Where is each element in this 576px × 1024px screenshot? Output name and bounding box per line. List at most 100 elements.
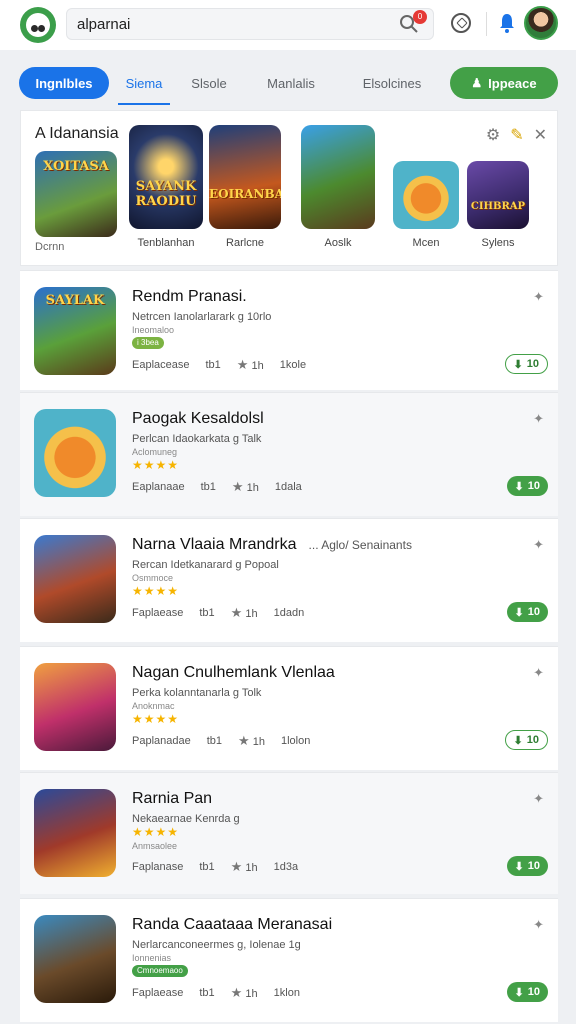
app-description: Netrcen Ianolarlarark g 10rlo [132,311,272,323]
meta-a: Faplaease [132,607,184,619]
install-button[interactable]: ⬇ 10 [506,982,548,1002]
meta-d: 1d3a [273,861,299,873]
featured-title: A Idanansia [35,125,119,142]
app-icon [34,789,116,877]
install-button[interactable]: ⬇ 10 [504,354,548,374]
app-category: Aclomuneg [132,447,178,457]
card-label: Tenblanhan [137,237,195,249]
tab-3[interactable]: Slsole [186,67,232,99]
featured-card[interactable]: EOIRANBAI Rarlcne [209,125,281,249]
cover-title: EOIRANBAI [209,187,281,201]
compass-icon[interactable] [451,13,471,33]
install-label: 10 [526,734,539,746]
meta-a: Paplanadae [132,735,191,747]
app-meta: Paplanadae tb1 ★ 1h 1lolon [132,733,310,749]
pin-icon[interactable]: ✦ [533,665,544,681]
card-label: Rarlcne [226,237,264,249]
install-label: 10 [527,606,540,618]
featured-card[interactable]: CIHBRAP Sylens [467,161,529,249]
app-category: Osmmoce [132,573,174,583]
list-item[interactable]: Rarnia Pan Nekaearnae Kenrda g ★★★★ Anms… [20,772,558,894]
app-title-text: Nagan Cnulhemlank Vlenlaa [132,664,335,681]
list-item[interactable]: Nagan Cnulhemlank Vlenlaa Perka kolannta… [20,646,558,770]
avatar[interactable] [524,6,558,40]
game-cover: CIHBRAP [467,161,529,229]
install-label: 10 [527,480,540,492]
meta-a: Eaplacease [132,359,190,371]
app-category: Anoknmac [132,701,175,711]
app-title-text: Randa Caaataaa Meranasai [132,916,333,933]
featured-card[interactable]: SAYANK RAODIU Tenblanhan [129,125,203,249]
rating-stars: ★★★★ [132,712,180,726]
pin-icon[interactable]: ✦ [533,917,544,933]
pin-icon[interactable]: ✎ [510,125,523,145]
download-icon: ⬇ [514,480,524,493]
app-meta: Faplaease tb1 ★ 1h 1klon [132,985,300,1001]
settings-icon[interactable]: ⚙ [486,125,500,145]
download-icon: ⬇ [514,860,524,873]
meta-d: 1kole [279,359,307,371]
meta-a: Faplanase [132,861,184,873]
app-title-text: Rarnia Pan [132,790,213,807]
install-button[interactable]: ⬇ 10 [506,856,548,876]
user-icon: ♟ [471,76,483,90]
app-icon [34,409,116,497]
list-item[interactable]: SAYLAK Rendm Pranasi. Netrcen Ianolarlar… [20,270,558,390]
pin-icon[interactable]: ✦ [533,791,544,807]
star-icon: ★ [230,605,243,620]
install-label: 10 [526,358,539,370]
install-button[interactable]: ⬇ 10 [504,730,548,750]
meta-b: tb1 [199,607,215,619]
tab-1[interactable]: Ingnlbles [19,67,109,99]
meta-d: 1lolon [281,735,311,747]
app-title-text: Rendm Pranasi. [132,288,247,305]
featured-panel: A Idanansia Dcrnn ⚙ ✎ ✕ XOITASA SAYANK R… [20,110,558,266]
tab-4[interactable]: Manlalis [260,67,322,99]
tab-2[interactable]: Siema [118,67,170,105]
meta-b: tb1 [206,735,223,747]
list-item[interactable]: Paogak Kesaldolsl Perlcan Idaokarkata g … [20,392,558,516]
install-button[interactable]: ⬇ 10 [506,602,548,622]
top-bar: alparnai 0 [0,0,576,50]
app-category: Anmsaolee [132,841,178,851]
pin-icon[interactable]: ✦ [533,411,544,427]
app-title-text: Paogak Kesaldolsl [132,410,264,427]
pin-icon[interactable]: ✦ [533,289,544,305]
featured-card[interactable]: Mcen [393,161,459,249]
meta-a: Eaplanaae [132,481,185,493]
close-icon[interactable]: ✕ [534,125,547,145]
tab-5[interactable]: Elsolcines [354,67,430,99]
install-button[interactable]: ⬇ 10 [506,476,548,496]
app-description: Perka kolanntanarla g Tolk [132,687,262,699]
app-icon [34,915,116,1003]
card-label: Sylens [481,237,515,249]
featured-card[interactable]: XOITASA [35,151,117,237]
list-item[interactable]: Randa Caaataaa Meranasai Nerlarcanconeer… [20,898,558,1022]
meta-d: 1klon [273,987,300,999]
app-meta: Faplanase tb1 ★ 1h 1d3a [132,859,298,875]
download-icon: ⬇ [514,606,524,619]
tab-action-button[interactable]: ♟ Ippeace [450,67,558,99]
rating-stars: ★★★★ [132,458,180,472]
list-item[interactable]: Narna Vlaaia Mrandrka ... Aglo/ Senainant… [20,518,558,642]
rating-badge: i 3bea [132,337,164,349]
meta-c: 1h [245,608,258,620]
app-category: Ionnenias [132,953,172,963]
app-description: Nekaearnae Kenrda g [132,813,240,825]
pin-icon[interactable]: ✦ [533,537,544,553]
star-icon: ★ [230,859,243,874]
game-cover: SAYANK RAODIU [129,125,203,229]
game-cover: EOIRANBAI [209,125,281,229]
featured-card[interactable]: Aoslk [301,125,375,249]
app-logo[interactable] [20,7,56,43]
bell-icon[interactable] [498,12,516,34]
app-title: Paogak Kesaldolsl [132,410,264,428]
logo-mark [26,13,50,37]
app-icon: SAYLAK [34,287,116,375]
game-cover [393,161,459,229]
search-value: alparnai [77,16,131,33]
search-input[interactable]: alparnai 0 [66,8,434,40]
meta-d: 1dadn [273,607,305,619]
app-title: Narna Vlaaia Mrandrka ... Aglo/ Senainant… [132,536,412,554]
star-icon: ★ [231,479,244,494]
